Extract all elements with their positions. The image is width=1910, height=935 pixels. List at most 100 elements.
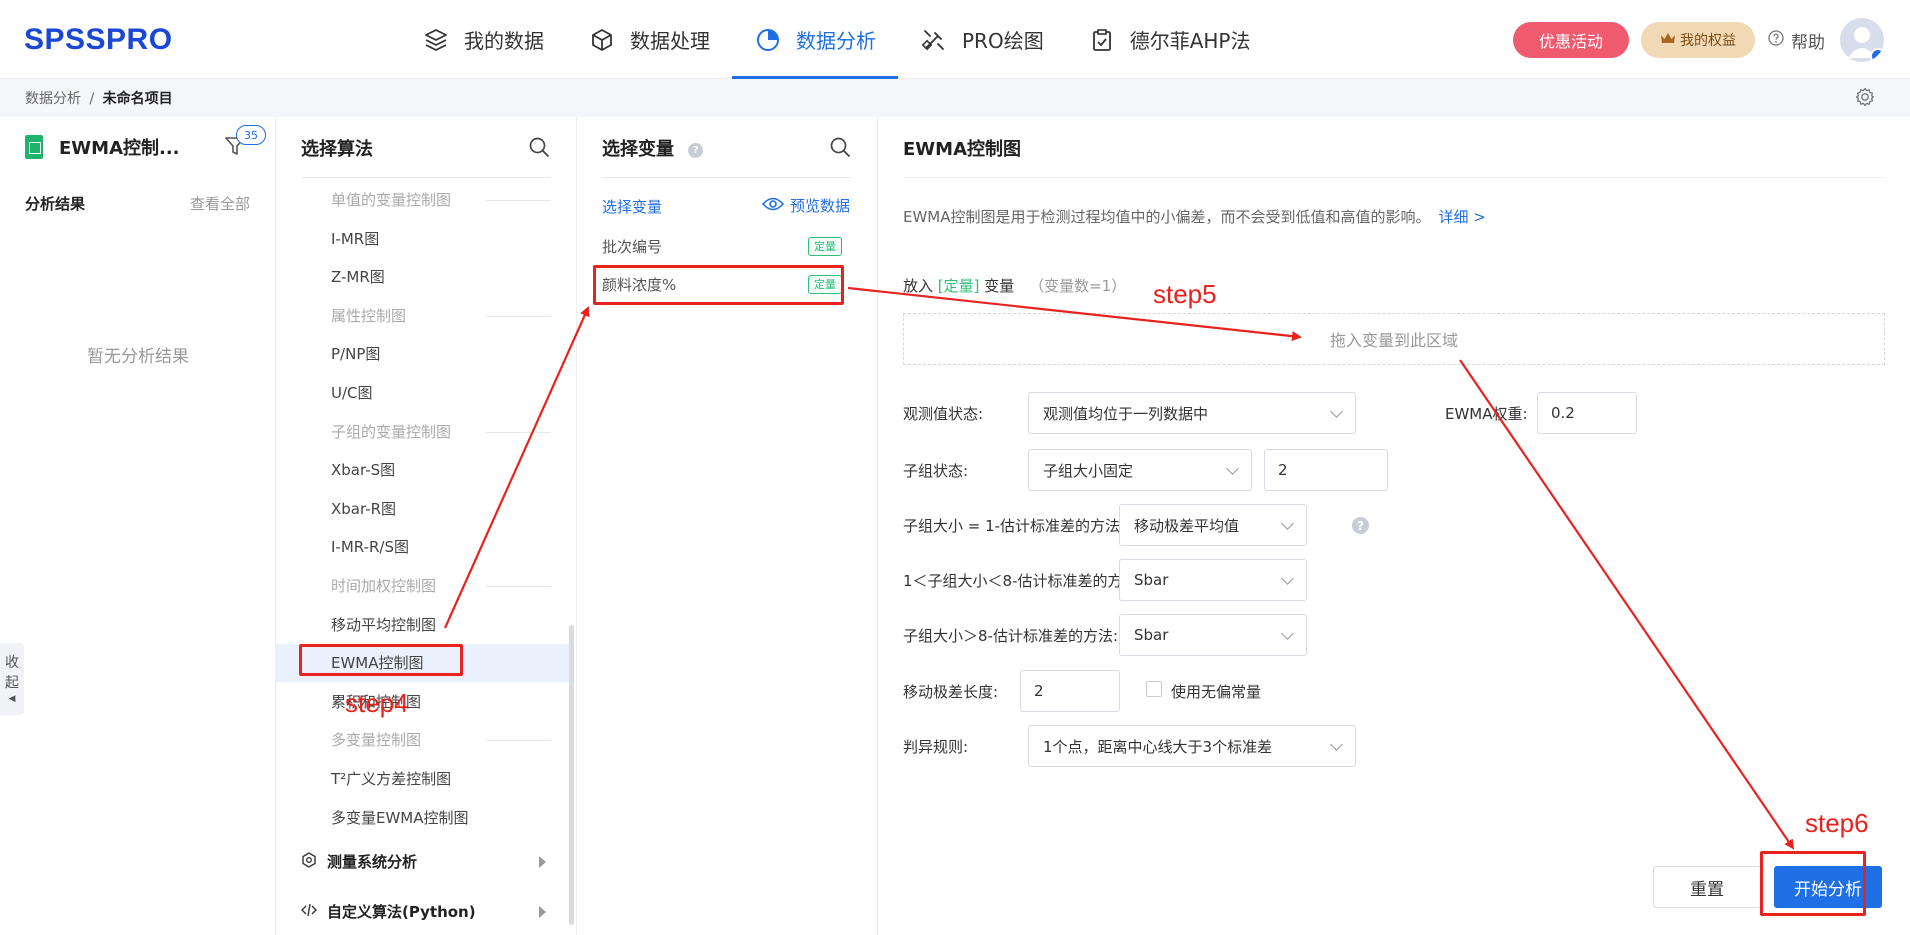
- config-panel: EWMA控制图 EWMA控制图是用于检测过程均值中的小偏差，而不会受到低值和高值…: [878, 117, 1910, 935]
- nav-label: 我的数据: [464, 29, 544, 53]
- search-icon[interactable]: [528, 136, 550, 158]
- algorithm-category: 单值的变量控制图: [331, 191, 452, 209]
- scrollbar[interactable]: [569, 625, 574, 925]
- step4-label: step4: [345, 688, 409, 718]
- my-rights-button[interactable]: 我的权益: [1641, 22, 1755, 58]
- group-custom-python[interactable]: 自定义算法(Python): [301, 901, 476, 922]
- variable-panel-title: 选择变量 ?: [602, 135, 704, 161]
- method1-label: 子组大小 = 1-估计标准差的方法:: [903, 517, 1126, 535]
- group-measurement-system[interactable]: 测量系统分析: [301, 851, 417, 872]
- nav-data-processing[interactable]: 数据处理: [566, 0, 732, 79]
- brush-icon: [920, 26, 948, 54]
- algorithm-item[interactable]: 移动平均控制图: [331, 614, 436, 635]
- method3-value: Sbar: [1134, 626, 1169, 644]
- project-header: EWMA控制...: [25, 132, 180, 162]
- subgroup-state-value: 子组大小固定: [1043, 461, 1134, 480]
- variable-panel: 选择变量 ? 选择变量 预览数据 批次编号 定量 颜料浓度% 定量: [577, 117, 878, 935]
- method3-label: 子组大小＞8-估计标准差的方法:: [903, 627, 1119, 645]
- preview-data-link[interactable]: 预览数据: [761, 195, 851, 216]
- collapse-toggle[interactable]: 收 起 ◀: [0, 643, 24, 715]
- help-label: 帮助: [1791, 33, 1825, 53]
- rule-select[interactable]: 1个点，距离中心线大于3个标准差: [1028, 725, 1356, 767]
- collapse-label: 起: [5, 675, 19, 691]
- my-rights-label: 我的权益: [1680, 33, 1736, 49]
- variable-dropzone[interactable]: 拖入变量到此区域: [903, 313, 1885, 365]
- detail-link[interactable]: 详细 >: [1439, 208, 1486, 226]
- category-divider: [486, 740, 551, 741]
- view-all-link[interactable]: 查看全部: [190, 193, 250, 214]
- nav-label: 数据处理: [630, 29, 710, 53]
- help-button[interactable]: 帮助: [1768, 28, 1825, 53]
- breadcrumb-current: 未命名项目: [102, 91, 173, 107]
- nav-pro-drawing[interactable]: PRO绘图: [898, 0, 1066, 79]
- algorithm-item[interactable]: T²广义方差控制图: [331, 768, 451, 789]
- caret-right-icon[interactable]: [539, 856, 546, 868]
- algorithm-item[interactable]: P/NP图: [331, 343, 380, 364]
- layers-icon: [422, 26, 450, 54]
- clipboard-icon: [1088, 26, 1116, 54]
- config-title: EWMA控制图: [903, 139, 1021, 160]
- ewma-weight-label: EWMA权重:: [1445, 405, 1528, 423]
- collapse-label: 收: [5, 655, 19, 671]
- variable-slot-label: 放入 [定量] 变量 （变量数=1）: [903, 275, 1126, 296]
- breadcrumb-bar: 数据分析 / 未命名项目: [0, 79, 1910, 117]
- help-circle-icon[interactable]: ?: [688, 142, 704, 158]
- method1-select[interactable]: 移动极差平均值: [1119, 504, 1307, 546]
- divider: [301, 177, 551, 178]
- logo[interactable]: SPSSPRO: [24, 23, 173, 57]
- algorithm-item[interactable]: Z-MR图: [331, 266, 385, 287]
- step6-label: step6: [1805, 808, 1869, 838]
- ewma-weight-input[interactable]: 0.2: [1537, 392, 1637, 434]
- quantitative-tag: 定量: [808, 237, 842, 256]
- put-tag: [定量]: [937, 277, 980, 295]
- search-icon[interactable]: [829, 136, 851, 158]
- algorithm-panel: 选择算法 单值的变量控制图 I-MR图 Z-MR图 属性控制图 P/NP图 U/C图 子组的…: [276, 117, 577, 935]
- algorithm-item[interactable]: Xbar-R图: [331, 498, 396, 519]
- spreadsheet-icon: [25, 135, 43, 159]
- group-label: 测量系统分析: [327, 853, 418, 871]
- put-prefix: 放入: [903, 277, 934, 295]
- mr-length-input[interactable]: 2: [1020, 670, 1120, 712]
- algorithm-item[interactable]: U/C图: [331, 382, 373, 403]
- caret-right-icon[interactable]: [539, 906, 546, 918]
- subgroup-state-select[interactable]: 子组大小固定: [1028, 449, 1252, 491]
- algorithm-item[interactable]: I-MR-R/S图: [331, 536, 409, 557]
- obs-state-select[interactable]: 观测值均位于一列数据中: [1028, 392, 1356, 434]
- breadcrumb: 数据分析 / 未命名项目: [25, 88, 173, 108]
- algorithm-item[interactable]: 多变量EWMA控制图: [331, 807, 469, 828]
- category-divider: [486, 200, 551, 201]
- algorithm-item[interactable]: Xbar-S图: [331, 459, 395, 480]
- method3-select[interactable]: Sbar: [1119, 614, 1307, 656]
- method2-select[interactable]: Sbar: [1119, 559, 1307, 601]
- category-divider: [486, 432, 551, 433]
- method2-value: Sbar: [1134, 571, 1169, 589]
- method-description: EWMA控制图是用于检测过程均值中的小偏差，而不会受到低值和高值的影响。 详细 >: [903, 206, 1486, 227]
- chevron-down-icon: [1281, 627, 1294, 640]
- divider: [602, 177, 852, 178]
- variable-panel-title-text: 选择变量: [602, 139, 674, 160]
- help-circle-icon[interactable]: ?: [1352, 517, 1369, 534]
- nav-data-analysis[interactable]: 数据分析: [732, 0, 898, 79]
- preview-data-label: 预览数据: [790, 197, 851, 215]
- obs-state-value: 观测值均位于一列数据中: [1043, 404, 1209, 423]
- breadcrumb-root[interactable]: 数据分析: [25, 91, 81, 107]
- step6-highlight-box: [1760, 851, 1866, 916]
- promo-button[interactable]: 优惠活动: [1513, 22, 1629, 58]
- project-title[interactable]: EWMA控制...: [59, 134, 180, 160]
- reset-button[interactable]: 重置: [1653, 866, 1761, 908]
- variable-item[interactable]: 批次编号 定量: [602, 236, 847, 260]
- method2-label: 1＜子组大小＜8-估计标准差的方法:: [903, 572, 1143, 590]
- unbiased-checkbox[interactable]: [1146, 681, 1162, 697]
- nav-delphi-ahp[interactable]: 德尔菲AHP法: [1066, 0, 1273, 79]
- algorithm-category: 时间加权控制图: [331, 577, 437, 595]
- subgroup-size-input[interactable]: 2: [1264, 449, 1388, 491]
- nav-label: 数据分析: [796, 29, 876, 53]
- rule-value: 1个点，距离中心线大于3个标准差: [1043, 737, 1273, 756]
- gear-icon[interactable]: [1854, 86, 1876, 108]
- select-variable-link[interactable]: 选择变量: [602, 196, 662, 217]
- nav-my-data[interactable]: 我的数据: [400, 0, 566, 79]
- algorithm-item[interactable]: I-MR图: [331, 228, 379, 249]
- empty-results-text: 暂无分析结果: [87, 347, 189, 367]
- avatar[interactable]: [1840, 18, 1884, 62]
- crown-icon: [1660, 31, 1676, 49]
